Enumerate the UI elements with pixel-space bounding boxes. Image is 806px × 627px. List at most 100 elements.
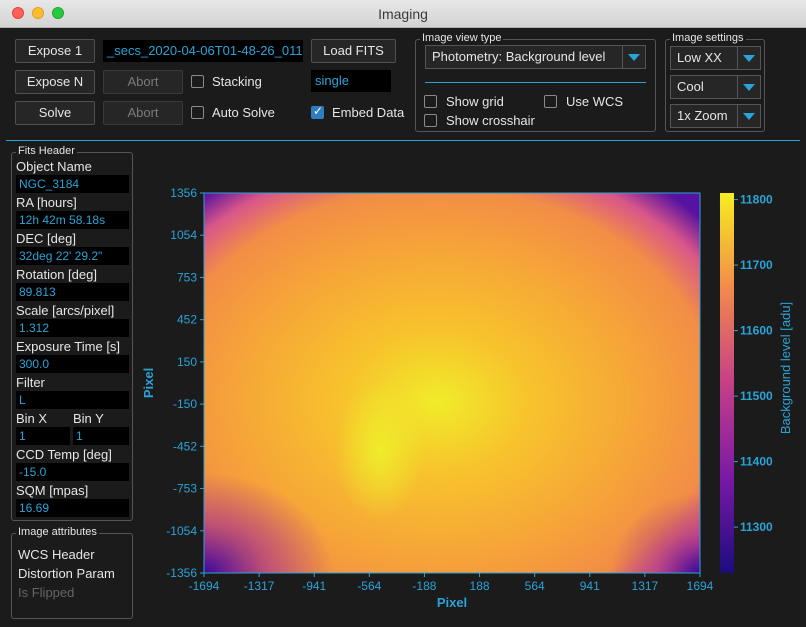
scale-value: 1.312	[16, 319, 129, 337]
ccd-temp-label: CCD Temp [deg]	[16, 447, 112, 462]
stretch-select[interactable]: Low XX	[670, 46, 761, 70]
x-tick-label: 188	[470, 579, 490, 593]
y-tick-label: -452	[173, 439, 197, 453]
colorbar-tick-label: 11800	[740, 193, 773, 207]
heatmap-image	[203, 192, 701, 574]
bin-y-value: 1	[73, 427, 129, 445]
stack-mode-field[interactable]: single	[311, 70, 391, 92]
show-crosshair-label: Show crosshair	[446, 113, 535, 128]
colorbar	[720, 193, 734, 573]
solve-button[interactable]: Solve	[15, 101, 95, 125]
colorbar-axis: 11800 11700 11600 11500 11400 11300	[734, 193, 773, 534]
sqm-label: SQM [mpas]	[16, 483, 89, 498]
colorbar-tick-label: 11300	[740, 520, 773, 534]
y-axis-label: Pixel	[141, 368, 156, 398]
chevron-down-icon	[737, 76, 760, 98]
y-tick-label: 1054	[170, 228, 197, 242]
toolbar-divider	[6, 140, 800, 141]
expose-n-button[interactable]: Expose N	[15, 70, 95, 94]
exposure-time-value: 300.0	[16, 355, 129, 373]
x-tick-label: 1317	[632, 579, 659, 593]
use-wcs-label: Use WCS	[566, 94, 624, 109]
x-axis-label: Pixel	[437, 595, 467, 610]
colorbar-tick-label: 11500	[740, 389, 773, 403]
chevron-down-icon	[622, 46, 645, 68]
show-crosshair-checkbox[interactable]	[424, 114, 437, 127]
distortion-param-label: Distortion Param	[18, 566, 115, 581]
object-name-label: Object Name	[16, 159, 92, 174]
colorbar-tick-label: 11600	[740, 324, 773, 338]
rotation-value: 89.813	[16, 283, 129, 301]
x-tick-label: -1317	[244, 579, 275, 593]
colorbar-tick-label: 11400	[740, 455, 773, 469]
abort-solve-button[interactable]: Abort	[103, 101, 183, 125]
ccd-temp-value: -15.0	[16, 463, 129, 481]
stretch-value: Low XX	[677, 50, 722, 65]
x-tick-label: 1694	[687, 579, 714, 593]
exposure-time-label: Exposure Time [s]	[16, 339, 121, 354]
view-type-value: Photometry: Background level	[432, 49, 606, 64]
wcs-header-label: WCS Header	[18, 547, 95, 562]
scale-label: Scale [arcs/pixel]	[16, 303, 115, 318]
auto-solve-checkbox[interactable]	[191, 106, 204, 119]
expose-1-button[interactable]: Expose 1	[15, 39, 95, 63]
y-tick-label: -753	[173, 482, 197, 496]
dec-label: DEC [deg]	[16, 231, 76, 246]
zoom-select[interactable]: 1x Zoom	[670, 104, 761, 128]
heatmap-bright-region	[335, 380, 425, 520]
ra-label: RA [hours]	[16, 195, 77, 210]
y-tick-label: 753	[177, 270, 197, 284]
chevron-down-icon	[737, 47, 760, 69]
rotation-label: Rotation [deg]	[16, 267, 97, 282]
show-grid-label: Show grid	[446, 94, 504, 109]
x-tick-label: 941	[580, 579, 600, 593]
x-tick-label: -188	[412, 579, 436, 593]
load-fits-button[interactable]: Load FITS	[311, 39, 396, 63]
is-flipped-label: Is Flipped	[18, 585, 75, 600]
bin-x-value: 1	[16, 427, 70, 445]
window-title: Imaging	[378, 6, 428, 22]
image-attributes-title: Image attributes	[16, 526, 99, 538]
plot-frame	[203, 192, 701, 574]
colormap-select[interactable]: Cool	[670, 75, 761, 99]
y-tick-label: -150	[173, 397, 197, 411]
x-tick-label: 564	[525, 579, 545, 593]
heatmap-base	[204, 193, 700, 573]
x-axis: -1694 -1317 -941 -564 -188 188 564 941 1317 1694	[189, 573, 714, 593]
show-grid-checkbox[interactable]	[424, 95, 437, 108]
y-tick-label: 1356	[170, 186, 197, 200]
ra-value: 12h 42m 58.18s	[16, 211, 129, 229]
use-wcs-checkbox[interactable]	[544, 95, 557, 108]
y-tick-label: 150	[177, 355, 197, 369]
y-tick-label: 452	[177, 313, 197, 327]
y-axis: 1356 1054 753 452 150 -150 -452 -753 -1054 -1356	[166, 186, 204, 580]
y-tick-label: -1054	[166, 524, 197, 538]
colorbar-label: Background level [adu]	[778, 302, 793, 434]
fits-header-title: Fits Header	[16, 145, 77, 157]
x-tick-label: -564	[357, 579, 381, 593]
view-type-divider	[425, 82, 646, 83]
zoom-value: 1x Zoom	[677, 108, 728, 123]
filter-value: L	[16, 391, 129, 409]
colorbar-tick-label: 11700	[740, 258, 773, 272]
view-type-select[interactable]: Photometry: Background level	[425, 45, 646, 69]
bin-y-label: Bin Y	[73, 411, 104, 426]
stacking-checkbox[interactable]	[191, 75, 204, 88]
chevron-down-icon	[737, 105, 760, 127]
filter-label: Filter	[16, 375, 45, 390]
filename-field[interactable]: _secs_2020-04-06T01-48-26_011	[103, 40, 303, 62]
heatmap-corner-bottom-left	[204, 473, 334, 573]
colormap-value: Cool	[677, 79, 704, 94]
abort-expose-button[interactable]: Abort	[103, 70, 183, 94]
heatmap-corner-bottom-right	[610, 493, 700, 573]
auto-solve-label: Auto Solve	[212, 105, 275, 120]
embed-data-checkbox[interactable]	[311, 104, 324, 119]
object-name-value: NGC_3184	[16, 175, 129, 193]
dec-value: 32deg 22' 29.2"	[16, 247, 129, 265]
x-tick-label: -941	[302, 579, 326, 593]
bin-x-label: Bin X	[16, 411, 48, 426]
title-bar: Imaging	[0, 0, 806, 28]
stacking-label: Stacking	[212, 74, 262, 89]
embed-data-label: Embed Data	[332, 105, 405, 120]
x-tick-label: -1694	[189, 579, 220, 593]
